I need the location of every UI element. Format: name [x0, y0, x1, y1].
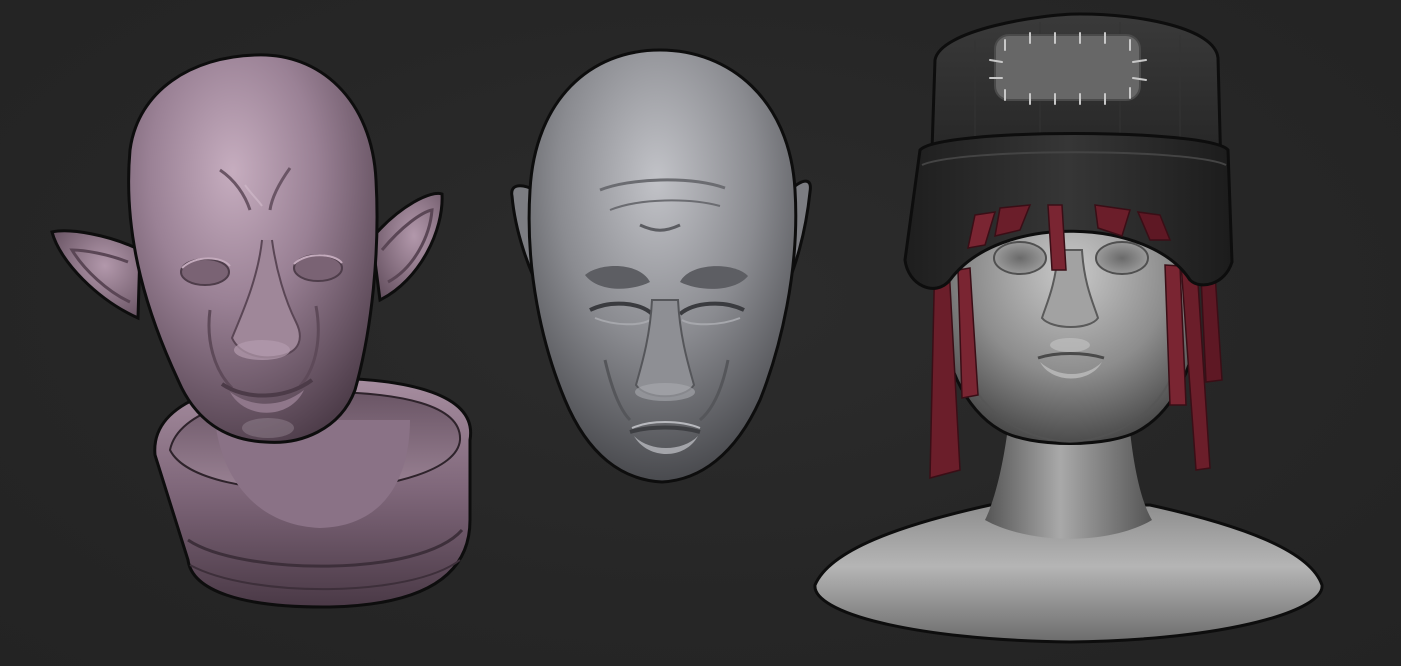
orc-face-sculpt — [510, 48, 812, 484]
viewport-canvas — [0, 0, 1401, 666]
beanie-bust-sculpt — [813, 12, 1324, 644]
elf-bust-sculpt — [50, 53, 473, 609]
sculpt-render — [50, 12, 1324, 644]
